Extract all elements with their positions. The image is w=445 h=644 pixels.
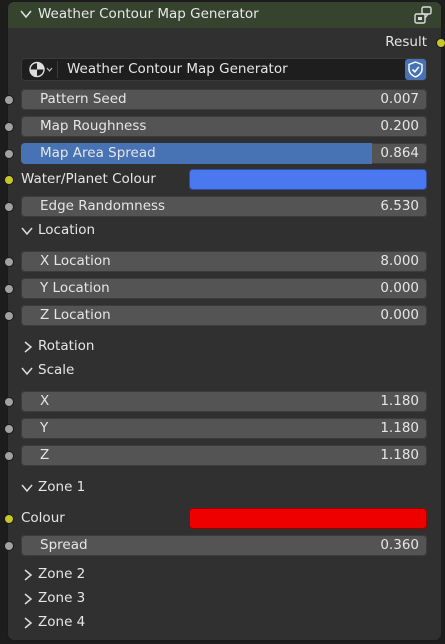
panel-zone1-label: Zone 1: [38, 479, 86, 495]
map-area-spread-slider[interactable]: Map Area Spread 0.864: [21, 143, 427, 164]
input-y-location-row: Y Location 0.000: [4, 278, 441, 299]
input-zone1-colour-socket[interactable]: [4, 514, 14, 524]
input-map-roughness-socket[interactable]: [4, 122, 14, 132]
zone1-spread-label: Spread: [40, 537, 88, 553]
water-planet-colour-swatch[interactable]: [189, 169, 427, 190]
chevron-down-icon[interactable]: [21, 483, 33, 493]
input-x-location-socket[interactable]: [4, 257, 14, 267]
input-y-location-socket[interactable]: [4, 284, 14, 294]
scale-z-value: 1.180: [380, 447, 419, 463]
map-roughness-field[interactable]: Map Roughness 0.200: [21, 116, 427, 137]
input-edge-randomness-socket[interactable]: [4, 202, 14, 212]
scale-y-label: Y: [40, 420, 49, 436]
shield-icon: [408, 61, 423, 78]
panel-rotation-label: Rotation: [38, 338, 95, 354]
node-header[interactable]: Weather Contour Map Generator: [8, 2, 441, 28]
fake-user-button[interactable]: [405, 59, 426, 80]
panel-zone1-header[interactable]: Zone 1: [8, 478, 441, 498]
pattern-seed-value: 0.007: [380, 91, 419, 107]
z-location-label: Z Location: [40, 307, 111, 323]
input-edge-randomness-row: Edge Randomness 6.530: [4, 196, 441, 217]
scale-x-value: 1.180: [380, 393, 419, 409]
node-tree-icon[interactable]: [23, 58, 57, 81]
z-location-value: 0.000: [380, 307, 419, 323]
node-group-selector[interactable]: Weather Contour Map Generator: [21, 58, 427, 81]
input-scale-z-socket[interactable]: [4, 451, 14, 461]
output-result-label: Result: [385, 34, 427, 50]
input-z-location-row: Z Location 0.000: [4, 305, 441, 326]
node-title: Weather Contour Map Generator: [38, 6, 259, 22]
zone1-spread-field[interactable]: Spread 0.360: [21, 535, 427, 556]
node-group-name[interactable]: Weather Contour Map Generator: [67, 61, 288, 77]
pattern-seed-label: Pattern Seed: [40, 91, 127, 107]
map-area-spread-label: Map Area Spread: [40, 145, 156, 161]
panel-zone3-header[interactable]: Zone 3: [8, 589, 441, 609]
input-zone1-colour-row: Colour: [4, 508, 441, 530]
output-result-row: Result: [8, 32, 445, 54]
y-location-field[interactable]: Y Location 0.000: [21, 278, 427, 299]
y-location-label: Y Location: [40, 280, 110, 296]
panel-scale-header[interactable]: Scale: [8, 361, 441, 381]
panel-zone3-label: Zone 3: [38, 590, 86, 606]
chevron-right-icon[interactable]: [23, 593, 33, 605]
map-roughness-label: Map Roughness: [40, 118, 147, 134]
input-scale-y-row: Y 1.180: [4, 418, 441, 439]
input-scale-x-socket[interactable]: [4, 397, 14, 407]
input-map-area-spread-socket[interactable]: [4, 149, 14, 159]
panel-rotation-header[interactable]: Rotation: [8, 337, 441, 357]
water-planet-colour-label: Water/Planet Colour: [21, 171, 156, 187]
input-pattern-seed-socket[interactable]: [4, 95, 14, 105]
input-scale-y-socket[interactable]: [4, 424, 14, 434]
input-pattern-seed-row: Pattern Seed 0.007: [4, 89, 441, 110]
zone1-colour-swatch[interactable]: [189, 508, 427, 529]
panel-location-header[interactable]: Location: [8, 221, 441, 241]
zone1-spread-value: 0.360: [380, 537, 419, 553]
scale-x-field[interactable]: X 1.180: [21, 391, 427, 412]
input-water-planet-colour-row: Water/Planet Colour: [4, 169, 441, 191]
chevron-right-icon[interactable]: [23, 569, 33, 581]
chevron-right-icon[interactable]: [23, 617, 33, 629]
x-location-field[interactable]: X Location 8.000: [21, 251, 427, 272]
z-location-field[interactable]: Z Location 0.000: [21, 305, 427, 326]
scale-z-field[interactable]: Z 1.180: [21, 445, 427, 466]
panel-location-label: Location: [38, 222, 96, 238]
map-area-spread-value: 0.864: [380, 145, 419, 161]
scale-y-field[interactable]: Y 1.180: [21, 418, 427, 439]
chevron-right-icon[interactable]: [23, 341, 33, 353]
scale-y-value: 1.180: [380, 420, 419, 436]
chevron-down-icon[interactable]: [20, 9, 32, 19]
edge-randomness-value: 6.530: [380, 198, 419, 214]
input-zone1-spread-row: Spread 0.360: [4, 535, 441, 556]
edge-randomness-field[interactable]: Edge Randomness 6.530: [21, 196, 427, 217]
scale-z-label: Z: [40, 447, 50, 463]
input-z-location-socket[interactable]: [4, 311, 14, 321]
chevron-down-icon[interactable]: [21, 366, 33, 376]
node-group-selector-row: Weather Contour Map Generator: [8, 58, 441, 82]
panel-zone2-header[interactable]: Zone 2: [8, 565, 441, 585]
scale-x-label: X: [40, 393, 50, 409]
selector-separator: [57, 61, 58, 78]
x-location-label: X Location: [40, 253, 111, 269]
panel-zone4-label: Zone 4: [38, 614, 86, 630]
panel-zone4-header[interactable]: Zone 4: [8, 613, 441, 633]
pattern-seed-field[interactable]: Pattern Seed 0.007: [21, 89, 427, 110]
input-zone1-spread-socket[interactable]: [4, 541, 14, 551]
x-location-value: 8.000: [380, 253, 419, 269]
input-scale-z-row: Z 1.180: [4, 445, 441, 466]
edge-randomness-label: Edge Randomness: [40, 198, 166, 214]
output-result-socket[interactable]: [436, 38, 445, 48]
node-group-icon[interactable]: [413, 5, 433, 25]
panel-zone2-label: Zone 2: [38, 566, 86, 582]
panel-scale-label: Scale: [38, 362, 75, 378]
map-roughness-value: 0.200: [380, 118, 419, 134]
input-water-planet-colour-socket[interactable]: [4, 175, 14, 185]
input-map-area-spread-row: Map Area Spread 0.864: [4, 143, 441, 164]
input-map-roughness-row: Map Roughness 0.200: [4, 116, 441, 137]
y-location-value: 0.000: [380, 280, 419, 296]
input-x-location-row: X Location 8.000: [4, 251, 441, 272]
input-scale-x-row: X 1.180: [4, 391, 441, 412]
chevron-down-icon[interactable]: [21, 226, 33, 236]
zone1-colour-label: Colour: [21, 510, 65, 526]
